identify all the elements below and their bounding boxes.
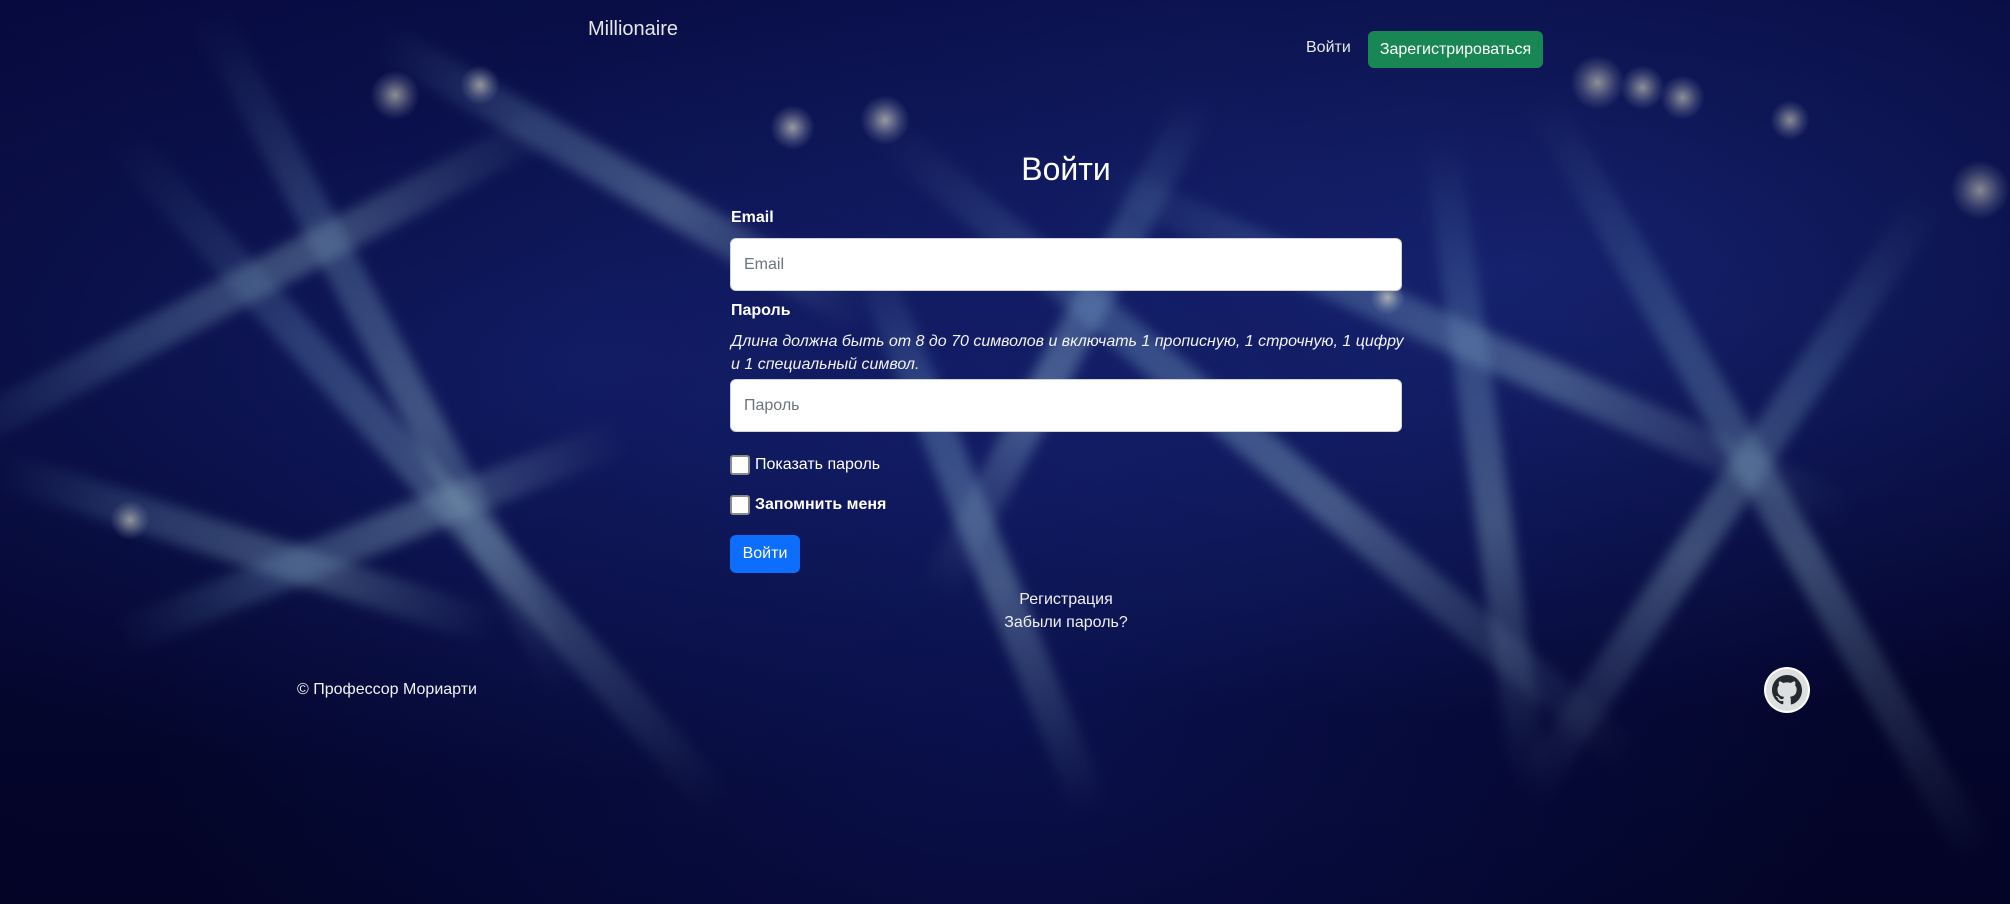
github-icon[interactable] bbox=[1764, 667, 1810, 713]
show-password-label[interactable]: Показать пароль bbox=[755, 456, 880, 474]
remember-me-checkbox[interactable] bbox=[730, 495, 750, 515]
register-link[interactable]: Регистрация bbox=[730, 591, 1402, 609]
page-title: Войти bbox=[1021, 151, 1111, 187]
email-label: Email bbox=[731, 209, 774, 226]
remember-me-row: Запомнить меня bbox=[730, 495, 886, 515]
footer-copyright: © Профессор Мориарти bbox=[297, 681, 477, 698]
show-password-row: Показать пароль bbox=[730, 455, 880, 475]
brand-logo[interactable]: Millionaire bbox=[588, 18, 678, 41]
login-submit-button[interactable]: Войти bbox=[730, 535, 800, 573]
forgot-password-link[interactable]: Забыли пароль? bbox=[730, 614, 1402, 632]
password-requirements-hint: Длина должна быть от 8 до 70 символов и … bbox=[731, 333, 1404, 373]
show-password-checkbox[interactable] bbox=[730, 455, 750, 475]
password-label: Пароль bbox=[731, 302, 791, 319]
password-input[interactable] bbox=[730, 379, 1402, 432]
remember-me-label[interactable]: Запомнить меня bbox=[755, 496, 886, 514]
nav-register-button[interactable]: Зарегистрироваться bbox=[1368, 31, 1543, 68]
nav-login-link[interactable]: Войти bbox=[1306, 39, 1351, 57]
email-input[interactable] bbox=[730, 238, 1402, 291]
